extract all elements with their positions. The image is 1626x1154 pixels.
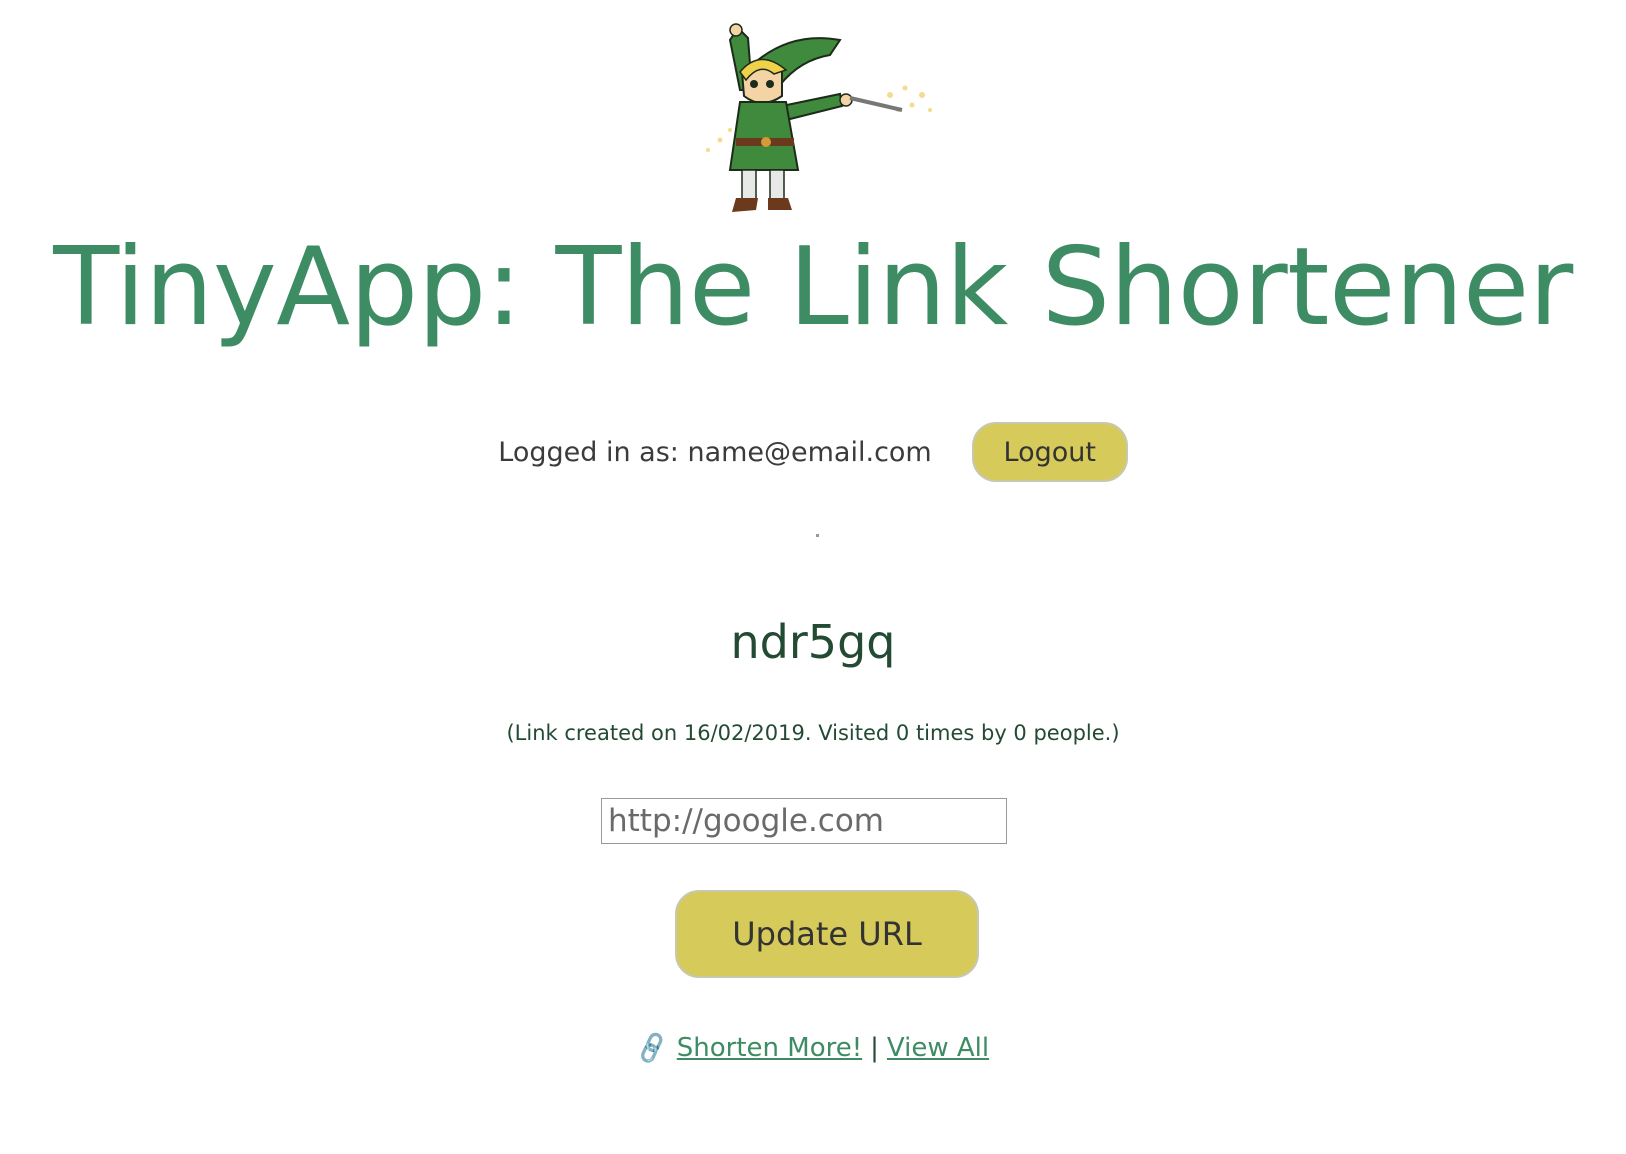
login-bar: Logged in as: name@email.com Logout (0, 422, 1626, 482)
update-url-button[interactable]: Update URL (675, 890, 979, 978)
mascot-image (706, 23, 932, 212)
short-url-code: ndr5gq (730, 615, 896, 669)
link-chain-icon: 🔗 (632, 1029, 671, 1067)
logout-button[interactable]: Logout (971, 422, 1128, 482)
shorten-more-label: Shorten More! (676, 1033, 863, 1063)
footer-links: 🔗 Shorten More! | View All (0, 1030, 1626, 1067)
page: TinyApp: The Link Shortener Logged in as… (0, 0, 1626, 1154)
shorten-more-link[interactable]: 🔗 Shorten More! (633, 1030, 863, 1067)
link-stats: (Link created on 16/02/2019. Visited 0 t… (506, 721, 1120, 745)
footer-separator: | (870, 1033, 879, 1063)
long-url-input[interactable] (601, 798, 1007, 844)
view-all-link[interactable]: View All (887, 1033, 989, 1063)
divider-dot (816, 534, 819, 537)
page-title: TinyApp: The Link Shortener (53, 225, 1573, 350)
logged-in-label: Logged in as: name@email.com (498, 436, 932, 468)
